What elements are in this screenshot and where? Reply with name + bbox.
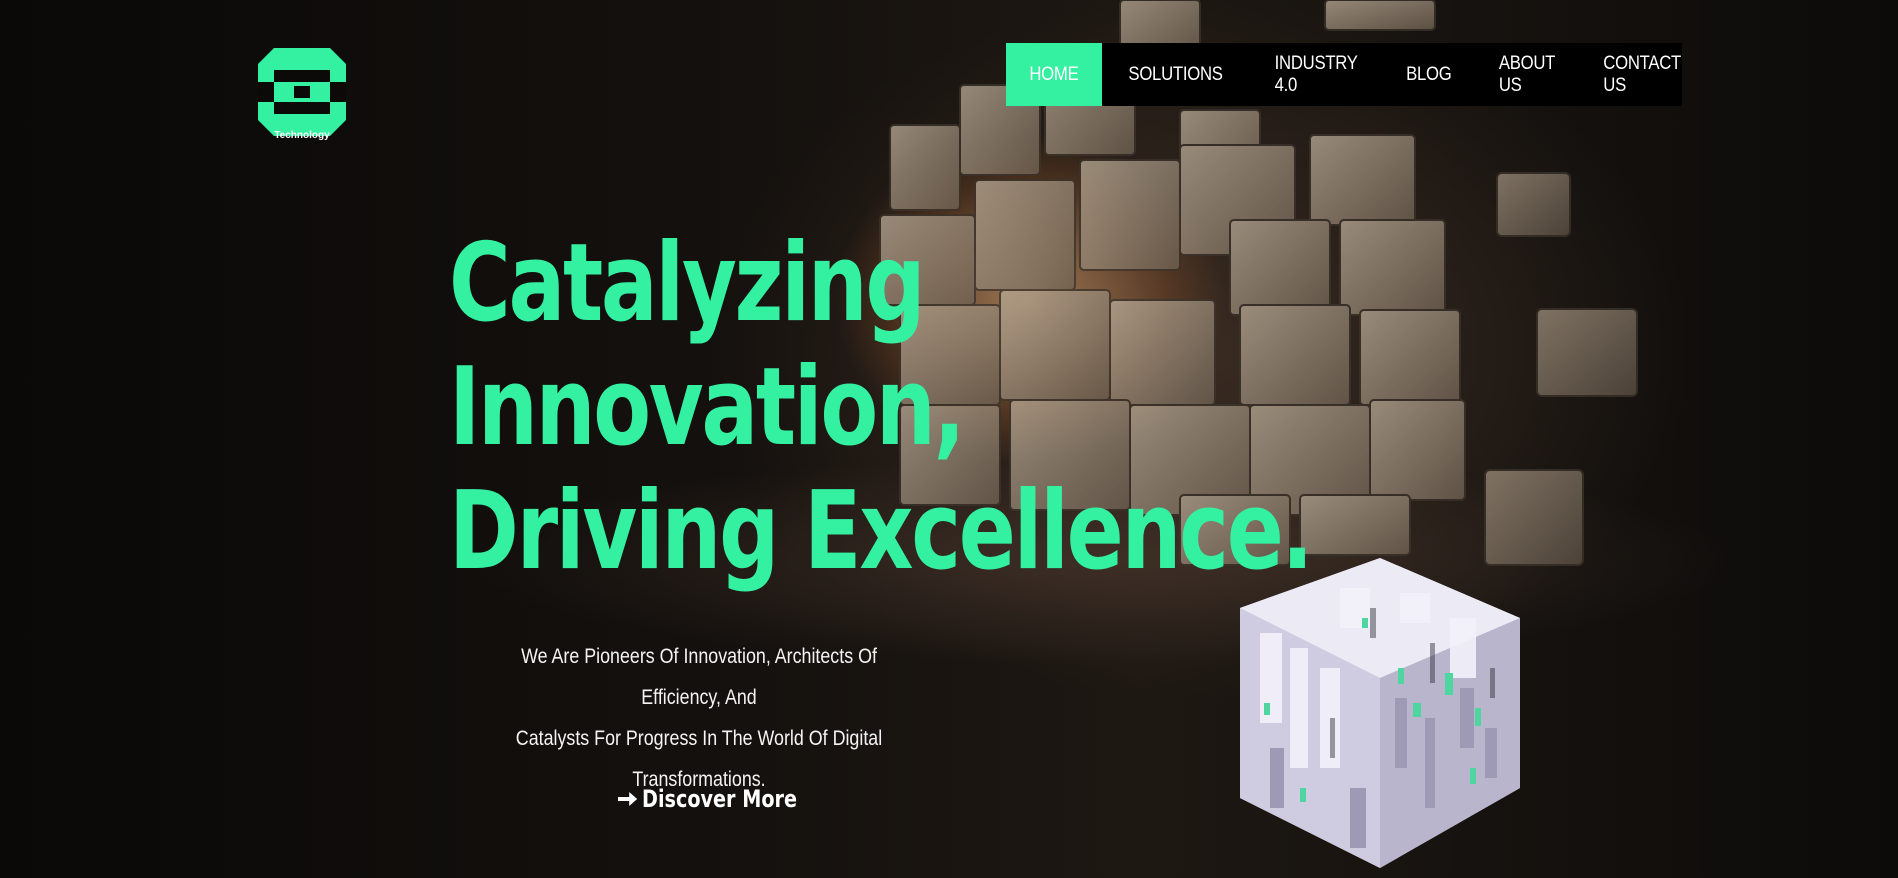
logo-caption: Technology: [274, 130, 330, 141]
nav-item-about[interactable]: ABOUT US: [1481, 43, 1572, 106]
subtext-line: We Are Pioneers Of Innovation, Architect…: [521, 645, 877, 709]
nav-item-solutions[interactable]: SOLUTIONS: [1111, 43, 1240, 106]
main-navigation: HOME SOLUTIONS INDUSTRY 4.0 BLOG ABOUT U…: [1006, 43, 1682, 106]
discover-more-label: Discover More: [642, 785, 797, 813]
headline-line: Innovation,: [449, 345, 966, 470]
octagon-logo-icon[interactable]: [256, 42, 348, 142]
hero-headline: Catalyzing Innovation, Driving Excellenc…: [449, 221, 1313, 594]
headline-line: Catalyzing: [449, 221, 926, 346]
nav-item-contact[interactable]: CONTACT US: [1586, 43, 1699, 106]
headline-line: Driving Excellence.: [449, 469, 1313, 594]
hero-subtext: We Are Pioneers Of Innovation, Architect…: [487, 636, 912, 800]
nav-item-blog[interactable]: BLOG: [1388, 43, 1469, 106]
nav-item-industry[interactable]: INDUSTRY 4.0: [1257, 43, 1375, 106]
voxel-cube-illustration: [1240, 558, 1520, 868]
discover-more-button[interactable]: Discover More: [618, 785, 797, 813]
nav-item-home[interactable]: HOME: [1006, 43, 1102, 106]
arrow-right-icon: [618, 792, 638, 806]
nav-item-label: HOME: [1029, 63, 1079, 85]
